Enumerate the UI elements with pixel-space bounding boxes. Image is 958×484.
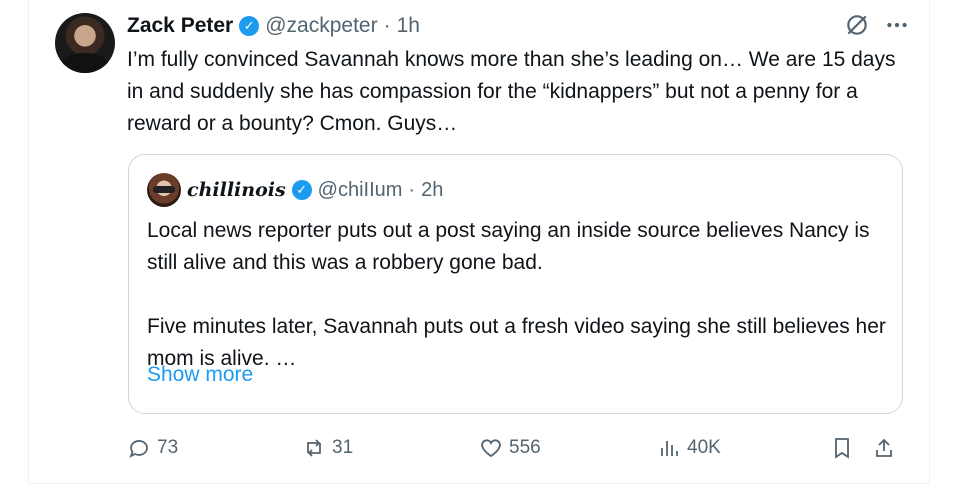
repost-icon bbox=[307, 439, 321, 457]
repost-count: 31 bbox=[332, 437, 354, 458]
share-button[interactable] bbox=[872, 430, 896, 466]
reply-count: 73 bbox=[157, 437, 179, 458]
like-button[interactable]: 556 bbox=[479, 430, 541, 466]
quoted-author-avatar bbox=[147, 173, 181, 207]
bookmark-icon bbox=[835, 438, 849, 459]
author-name[interactable]: Zack Peter bbox=[127, 14, 233, 38]
quoted-paragraph: Local news reporter puts out a post sayi… bbox=[147, 219, 870, 274]
quoted-paragraph: Five minutes later, Savannah puts out a … bbox=[147, 315, 886, 370]
more-dots-icon[interactable] bbox=[884, 12, 910, 43]
tweet-top-actions bbox=[844, 12, 910, 43]
verified-badge-icon: ✓ bbox=[239, 16, 260, 36]
bookmark-button[interactable] bbox=[830, 430, 854, 466]
views-chart-icon bbox=[661, 441, 678, 456]
quoted-tweet-text: Local news reporter puts out a post sayi… bbox=[147, 215, 887, 375]
verified-badge-icon: ✓ bbox=[291, 180, 312, 200]
show-more-link[interactable]: Show more bbox=[147, 363, 253, 387]
separator-dot: · bbox=[383, 14, 391, 37]
quoted-timestamp: 2h bbox=[421, 178, 444, 201]
share-icon bbox=[876, 438, 892, 457]
quoted-tweet-header: chillinois ✓ @chiIIum · 2h bbox=[147, 173, 443, 207]
quoted-tweet[interactable]: chillinois ✓ @chiIIum · 2h Local news re… bbox=[128, 154, 903, 414]
views-count: 40K bbox=[687, 437, 721, 458]
quoted-author-name: chillinois bbox=[187, 179, 286, 201]
separator-dot: · bbox=[408, 178, 416, 201]
author-handle[interactable]: @zackpeter bbox=[265, 14, 377, 38]
heart-icon bbox=[481, 439, 501, 458]
views-button[interactable]: 40K bbox=[657, 430, 721, 466]
repost-button[interactable]: 31 bbox=[302, 430, 353, 466]
tweet-timestamp[interactable]: 1h bbox=[397, 14, 420, 38]
like-count: 556 bbox=[509, 437, 541, 458]
reply-button[interactable]: 73 bbox=[127, 430, 178, 466]
tweet-actions: 73 31 556 40K bbox=[127, 430, 930, 466]
reply-icon bbox=[129, 440, 148, 458]
tweet-header: Zack Peter ✓ @zackpeter · 1h bbox=[127, 11, 420, 41]
grok-icon[interactable] bbox=[844, 12, 870, 43]
quoted-author-handle: @chiIIum bbox=[317, 178, 403, 201]
tweet-text: I’m fully convinced Savannah knows more … bbox=[127, 48, 896, 135]
author-avatar[interactable] bbox=[55, 13, 115, 73]
